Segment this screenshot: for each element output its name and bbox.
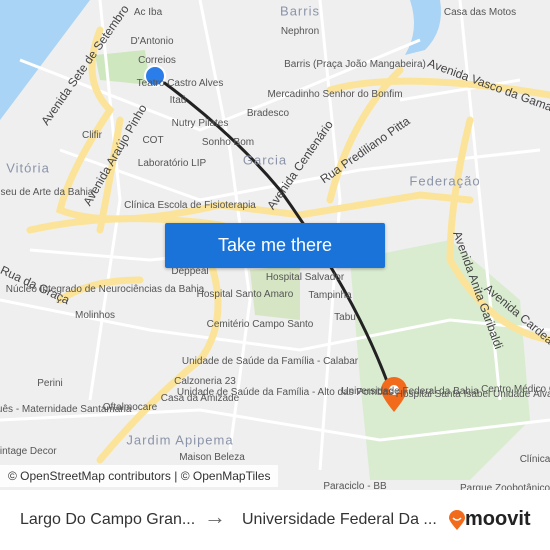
place-label: Tabu [334, 312, 356, 323]
place-label: Ac Iba [133, 7, 163, 18]
place-label: Deppeal [171, 266, 209, 277]
place-label: Nephron [280, 26, 320, 37]
place-label: Maison Beleza [179, 452, 245, 463]
place-label: COT [142, 135, 164, 146]
area-label: Jardim Apipema [126, 432, 234, 448]
place-label: Itaú [169, 95, 187, 106]
place-label: Núcleo Integrado de Neurociências da Bah… [5, 284, 205, 295]
place-label: Barris (Praça João Mangabeira) [284, 59, 426, 70]
place-label: Cemitério Campo Santo [206, 319, 314, 330]
area-label: Barris [280, 3, 320, 19]
moovit-logo: moovit [449, 508, 531, 531]
place-label: Clifir [82, 130, 102, 141]
place-label: Calzoneria 23 [174, 376, 236, 387]
place-label: Hospital Santo Amaro [196, 289, 294, 300]
place-label: Sonho Bom [201, 137, 255, 148]
place-label: Unidade de Saúde da Família - Calabar [181, 356, 359, 367]
map-attribution[interactable]: © OpenStreetMap contributors | © OpenMap… [0, 465, 279, 487]
place-label: D'Antonio [130, 36, 174, 47]
area-label: Garcia [242, 152, 288, 168]
area-label: Federação [409, 173, 481, 189]
place-label: Bradesco [246, 108, 290, 119]
place-label: Clínica Escola de Fisioterapia [124, 200, 256, 211]
destination-name: Universidade Federal Da ... [242, 511, 437, 528]
place-label: Mercadinho Senhor do Bonfim [267, 89, 403, 100]
place-label: Correios [138, 55, 176, 66]
place-label: Perini [37, 378, 63, 389]
moovit-pin-icon [449, 509, 465, 530]
place-label: Hospital Salvador [265, 272, 345, 283]
water-lake [405, 0, 441, 55]
place-label: Vintage Decor [0, 446, 57, 457]
place-label: Casa das Motos [443, 7, 517, 18]
map[interactable]: Barris Vitória Garcia Federação Jardim Apipe… [0, 0, 550, 490]
moovit-brand: moovit [465, 508, 531, 530]
place-label: Centro Médico Garibaldi [481, 384, 550, 395]
origin-name: Largo Do Campo Gran... [20, 511, 196, 528]
place-label: Nutry Pilates [171, 118, 229, 129]
place-label: Laboratório LIP [137, 158, 207, 169]
arrow-right-icon: → [204, 504, 226, 529]
place-label: Clínica [519, 454, 550, 465]
footer-bar: Largo Do Campo Gran... → Universidade Fe… [0, 490, 550, 550]
place-label: Teatro Castro Alves [136, 78, 224, 89]
water [0, 0, 90, 120]
place-label: Casa da Amizade [160, 393, 240, 404]
area-label: Vitória [6, 160, 50, 176]
place-label: Molinhos [74, 310, 116, 321]
place-label: Museu de Arte da Bahia [0, 187, 94, 198]
place-label: Paraciclo - BB [323, 481, 387, 491]
take-me-there-button[interactable]: Take me there [165, 223, 385, 268]
place-label: Tampinha [308, 290, 352, 301]
place-label: Hospital Português - Maternidade Santama… [0, 404, 132, 415]
